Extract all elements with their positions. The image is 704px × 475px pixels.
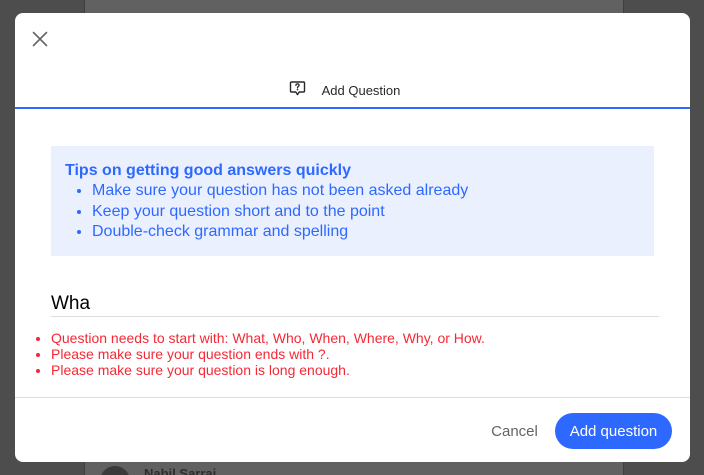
- validation-error: Please make sure your question is long e…: [51, 362, 485, 378]
- tips-item: Keep your question short and to the poin…: [92, 202, 640, 223]
- tips-list: Make sure your question has not been ask…: [65, 181, 640, 243]
- validation-error: Please make sure your question ends with…: [51, 346, 485, 362]
- footer-divider: [15, 397, 690, 398]
- close-button[interactable]: [29, 28, 51, 50]
- validation-errors: Question needs to start with: What, Who,…: [31, 330, 485, 378]
- validation-error: Question needs to start with: What, Who,…: [51, 330, 485, 346]
- cancel-button[interactable]: Cancel: [477, 413, 552, 449]
- tips-box: Tips on getting good answers quickly Mak…: [51, 146, 654, 256]
- tips-title: Tips on getting good answers quickly: [65, 162, 351, 179]
- active-tab-indicator: [15, 107, 690, 109]
- add-question-button[interactable]: Add question: [555, 413, 672, 449]
- tab-add-question-label: Add Question: [321, 82, 401, 98]
- question-bubble-icon: [289, 80, 305, 95]
- close-icon: [32, 31, 48, 47]
- add-question-modal: Add Question Tips on getting good answer…: [15, 13, 690, 462]
- tips-item: Double-check grammar and spelling: [92, 222, 640, 243]
- tips-item: Make sure your question has not been ask…: [92, 181, 640, 202]
- tab-add-question[interactable]: Add Question: [15, 73, 690, 107]
- question-input[interactable]: [51, 292, 659, 317]
- background-user-name: Nabil Sarraj: [144, 466, 217, 475]
